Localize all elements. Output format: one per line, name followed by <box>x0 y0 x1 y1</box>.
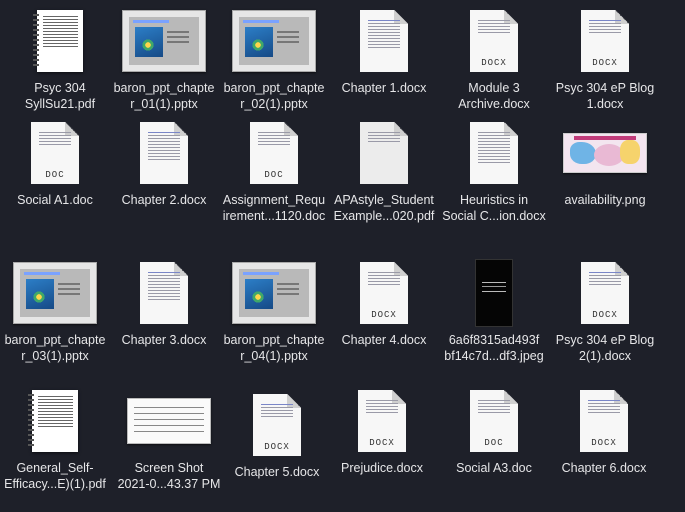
pdf-file-icon <box>10 8 110 74</box>
file-name: baron_ppt_chapte r_04(1).pptx <box>223 333 325 363</box>
pptx-file-icon <box>5 260 105 326</box>
file-item[interactable]: DOCX Prejudice.docx <box>327 388 437 508</box>
file-item[interactable]: DOCX Module 3 Archive.docx <box>439 8 549 128</box>
file-item[interactable]: availability.png <box>550 120 660 240</box>
docx-file-icon: DOCX <box>332 388 432 454</box>
docx-file-icon: DOCX <box>555 8 655 74</box>
file-name: APAstyle_Student Example...020.pdf <box>333 193 435 223</box>
docx-file-icon <box>444 120 544 186</box>
file-type-tag: DOCX <box>592 310 618 320</box>
docx-file-icon: DOCX <box>444 8 544 74</box>
file-name: Assignment_Requ irement...1120.doc <box>222 193 326 223</box>
file-item[interactable]: Chapter 2.docx <box>109 120 219 240</box>
file-item[interactable]: 6a6f8315ad493f bf14c7d...df3.jpeg <box>439 259 549 380</box>
file-type-tag: DOCX <box>369 438 395 448</box>
file-item[interactable]: Chapter 3.docx <box>109 260 219 380</box>
file-name: Psyc 304 eP Blog 2(1).docx <box>555 333 655 363</box>
file-type-tag: DOCX <box>371 310 397 320</box>
file-item[interactable]: baron_ppt_chapte r_01(1).pptx <box>109 8 219 128</box>
file-type-tag: DOCX <box>481 58 507 68</box>
file-item[interactable]: baron_ppt_chapte r_02(1).pptx <box>219 8 329 128</box>
file-type-tag: DOCX <box>592 58 618 68</box>
doc-file-icon: DOC <box>5 120 105 186</box>
file-grid: Psyc 304 SyllSu21.pdf baron_ppt_chapte r… <box>0 0 685 505</box>
doc-file-icon: DOC <box>444 388 544 454</box>
pdf-file-icon <box>5 388 105 454</box>
file-item[interactable]: DOCX Psyc 304 eP Blog 2(1).docx <box>550 260 660 380</box>
pdf-file-icon <box>334 120 434 186</box>
file-item[interactable]: DOCX Chapter 5.docx <box>222 392 332 512</box>
file-name: baron_ppt_chapte r_01(1).pptx <box>113 81 215 111</box>
file-type-tag: DOCX <box>591 438 617 448</box>
file-item[interactable]: Chapter 1.docx <box>329 8 439 128</box>
screenshot-file-icon <box>119 388 219 454</box>
file-item[interactable]: DOC Social A1.doc <box>0 120 110 240</box>
docx-file-icon <box>114 120 214 186</box>
file-name: baron_ppt_chapte r_03(1).pptx <box>4 333 106 363</box>
docx-file-icon: DOCX <box>334 260 434 326</box>
file-name: Chapter 6.docx <box>561 461 647 475</box>
pptx-file-icon <box>224 8 324 74</box>
file-item[interactable]: Heuristics in Social C...ion.docx <box>439 120 549 240</box>
file-item[interactable]: baron_ppt_chapte r_04(1).pptx <box>219 260 329 380</box>
file-item[interactable]: Psyc 304 SyllSu21.pdf <box>5 8 115 128</box>
file-item[interactable]: baron_ppt_chapte r_03(1).pptx <box>0 260 110 380</box>
file-item[interactable]: DOCX Chapter 6.docx <box>549 388 659 508</box>
file-name: Screen Shot 2021-0...43.37 PM <box>117 461 221 491</box>
file-name: Psyc 304 SyllSu21.pdf <box>24 81 96 111</box>
file-name: Chapter 3.docx <box>121 333 207 347</box>
file-item[interactable]: APAstyle_Student Example...020.pdf <box>329 120 439 240</box>
file-name: Social A1.doc <box>17 193 93 207</box>
file-name: Social A3.doc <box>456 461 532 475</box>
docx-file-icon <box>114 260 214 326</box>
file-type-tag: DOC <box>264 170 284 180</box>
docx-file-icon <box>334 8 434 74</box>
png-file-icon <box>555 120 655 186</box>
file-name: Chapter 2.docx <box>121 193 207 207</box>
doc-file-icon: DOC <box>224 120 324 186</box>
file-name: Heuristics in Social C...ion.docx <box>442 193 546 223</box>
pptx-file-icon <box>114 8 214 74</box>
file-name: Module 3 Archive.docx <box>458 81 530 111</box>
file-item[interactable]: DOCX Psyc 304 eP Blog 1.docx <box>550 8 660 128</box>
file-type-tag: DOCX <box>264 442 290 452</box>
file-item[interactable]: DOCX Chapter 4.docx <box>329 260 439 380</box>
docx-file-icon: DOCX <box>227 392 327 458</box>
file-type-tag: DOC <box>484 438 504 448</box>
file-item[interactable]: DOC Social A3.doc <box>439 388 549 508</box>
file-name: Chapter 1.docx <box>341 81 427 95</box>
pptx-file-icon <box>224 260 324 326</box>
file-name: Psyc 304 eP Blog 1.docx <box>555 81 655 111</box>
file-item[interactable]: DOC Assignment_Requ irement...1120.doc <box>219 120 329 240</box>
jpeg-file-icon <box>444 259 544 327</box>
file-name: Chapter 5.docx <box>234 465 320 479</box>
file-name: availability.png <box>564 193 646 207</box>
file-name: Prejudice.docx <box>341 461 423 475</box>
file-item[interactable]: General_Self- Efficacy...E)(1).pdf <box>0 388 110 508</box>
docx-file-icon: DOCX <box>555 260 655 326</box>
docx-file-icon: DOCX <box>554 388 654 454</box>
file-name: Chapter 4.docx <box>341 333 427 347</box>
file-name: General_Self- Efficacy...E)(1).pdf <box>4 461 106 491</box>
file-name: 6a6f8315ad493f bf14c7d...df3.jpeg <box>444 333 544 363</box>
file-type-tag: DOC <box>45 170 65 180</box>
file-item[interactable]: Screen Shot 2021-0...43.37 PM <box>114 388 224 508</box>
file-name: baron_ppt_chapte r_02(1).pptx <box>223 81 325 111</box>
